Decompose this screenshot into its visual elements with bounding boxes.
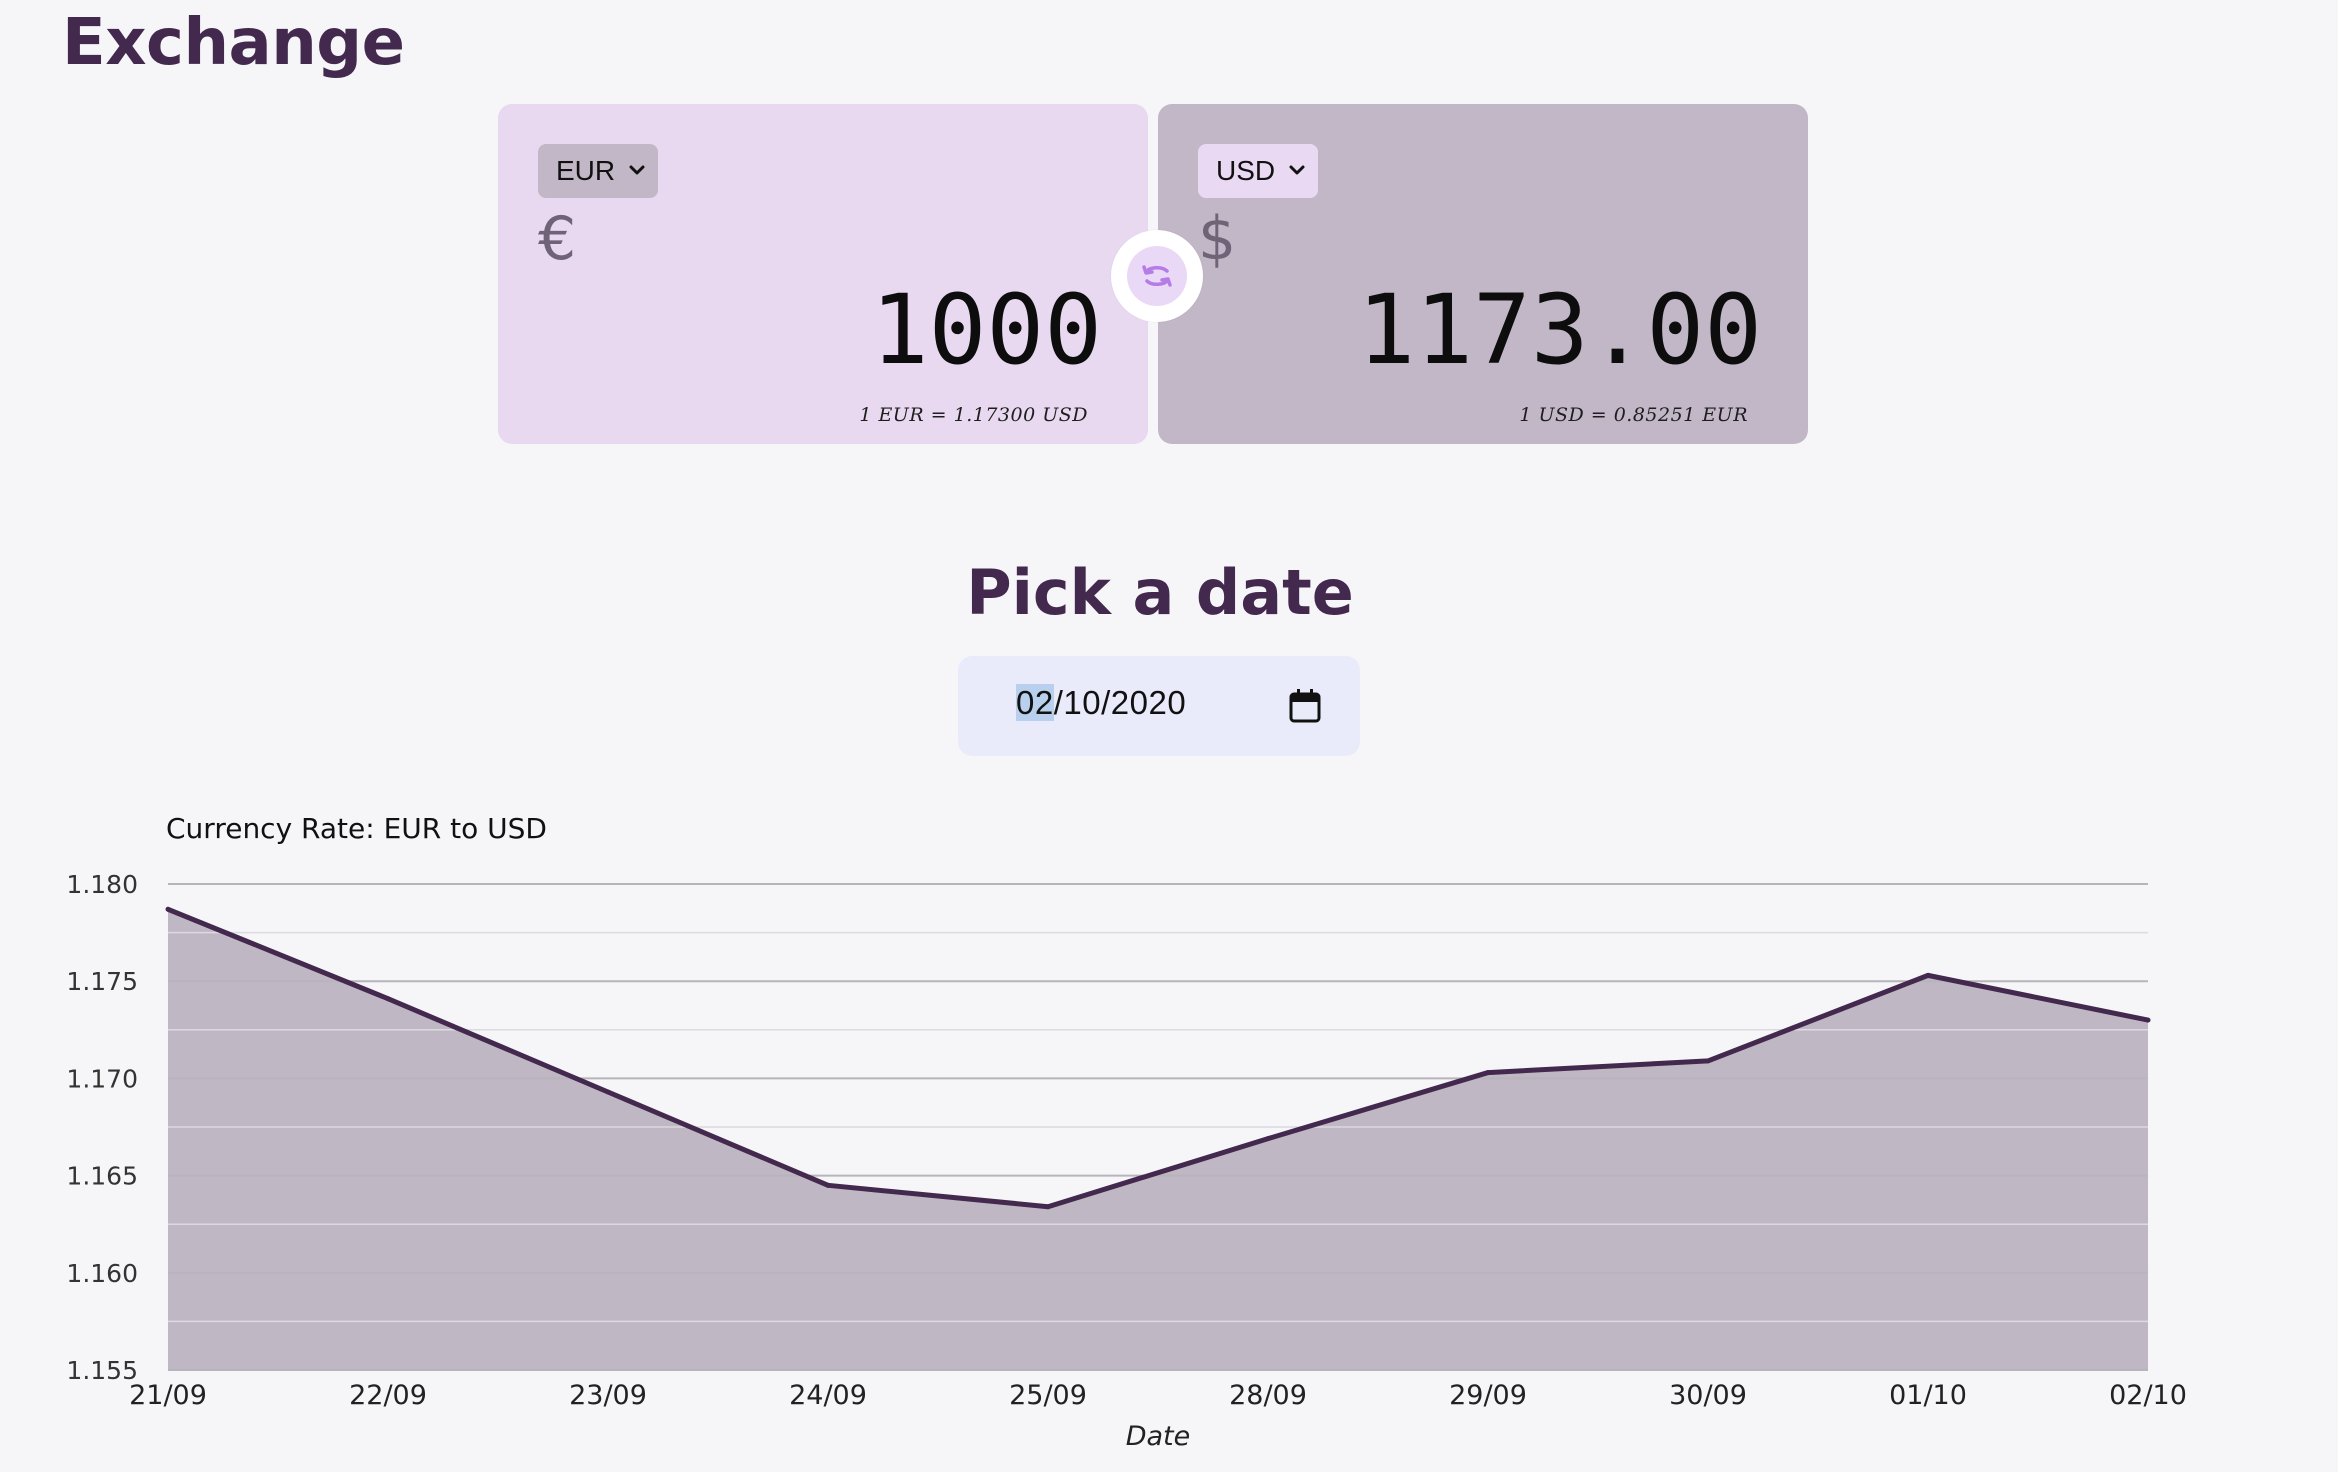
euro-icon: €: [538, 204, 577, 274]
y-tick-label: 1.175: [66, 967, 138, 996]
swap-currencies-button[interactable]: [1111, 230, 1203, 322]
chart-data-point: [1485, 1070, 1491, 1076]
to-currency-code: USD: [1216, 155, 1276, 186]
from-amount-input[interactable]: 1000: [871, 282, 1102, 378]
chart-data-point: [825, 1182, 831, 1188]
chart-data-point: [385, 996, 391, 1002]
date-day-segment[interactable]: 02: [1016, 684, 1054, 721]
y-tick-label: 1.155: [66, 1356, 138, 1385]
rate-chart: Currency Rate: EUR to USD 1.180 1.175 1.17…: [0, 800, 2338, 1468]
x-tick-label: 25/09: [1009, 1380, 1087, 1411]
x-tick-label: 29/09: [1449, 1380, 1527, 1411]
from-rate-note: 1 EUR = 1.17300 USD: [859, 404, 1088, 426]
chart-data-point: [1925, 972, 1931, 978]
x-tick-label: 23/09: [569, 1380, 647, 1411]
x-tick-label: 01/10: [1889, 1380, 1967, 1411]
from-currency-select[interactable]: EUR: [538, 144, 658, 198]
x-tick-label: 21/09: [129, 1380, 207, 1411]
to-rate-note: 1 USD = 0.85251 EUR: [1519, 404, 1748, 426]
dollar-icon: $: [1198, 204, 1237, 274]
date-value: 02/10/2020: [1016, 684, 1186, 722]
date-section-title: Pick a date: [966, 556, 1354, 629]
from-currency-card: EUR € 1000 1 EUR = 1.17300 USD: [498, 104, 1148, 444]
y-tick-label: 1.170: [66, 1064, 138, 1093]
date-rest-segment[interactable]: /10/2020: [1054, 684, 1186, 721]
chart-data-point: [2145, 1017, 2151, 1023]
date-input[interactable]: 02/10/2020: [958, 656, 1360, 756]
x-tick-label: 24/09: [789, 1380, 867, 1411]
chart-data-point: [165, 906, 171, 912]
chart-data-point: [1265, 1136, 1271, 1142]
x-axis-label: Date: [1126, 1421, 1191, 1452]
chevron-down-icon: [629, 165, 645, 175]
chart-data-point: [1045, 1204, 1051, 1210]
y-tick-label: 1.165: [66, 1162, 138, 1191]
chevron-down-icon: [1289, 165, 1305, 175]
y-tick-label: 1.160: [66, 1259, 138, 1288]
to-amount-output: 1173.00: [1357, 274, 1762, 386]
to-currency-select[interactable]: USD: [1198, 144, 1318, 198]
from-currency-code: EUR: [556, 155, 616, 186]
chart-area-fill: [168, 909, 2148, 1370]
x-tick-label: 28/09: [1229, 1380, 1307, 1411]
chart-data-point: [1705, 1058, 1711, 1064]
to-currency-card: USD $ 1173.00 1 USD = 0.85251 EUR: [1158, 104, 1808, 444]
x-tick-label: 22/09: [349, 1380, 427, 1411]
y-tick-label: 1.180: [66, 870, 138, 899]
app-title: Exchange: [62, 6, 405, 80]
chart-title: Currency Rate: EUR to USD: [166, 812, 547, 845]
calendar-icon[interactable]: [1288, 688, 1322, 724]
swap-arrows-icon: [1142, 265, 1172, 287]
x-tick-label: 02/10: [2109, 1380, 2187, 1411]
chart-data-point: [605, 1089, 611, 1095]
x-tick-label: 30/09: [1669, 1380, 1747, 1411]
swap-button-inner: [1127, 246, 1187, 306]
rate-chart-svg: 1.180 1.175 1.170 1.165 1.160 1.15521/09 22/09…: [66, 870, 2187, 1452]
